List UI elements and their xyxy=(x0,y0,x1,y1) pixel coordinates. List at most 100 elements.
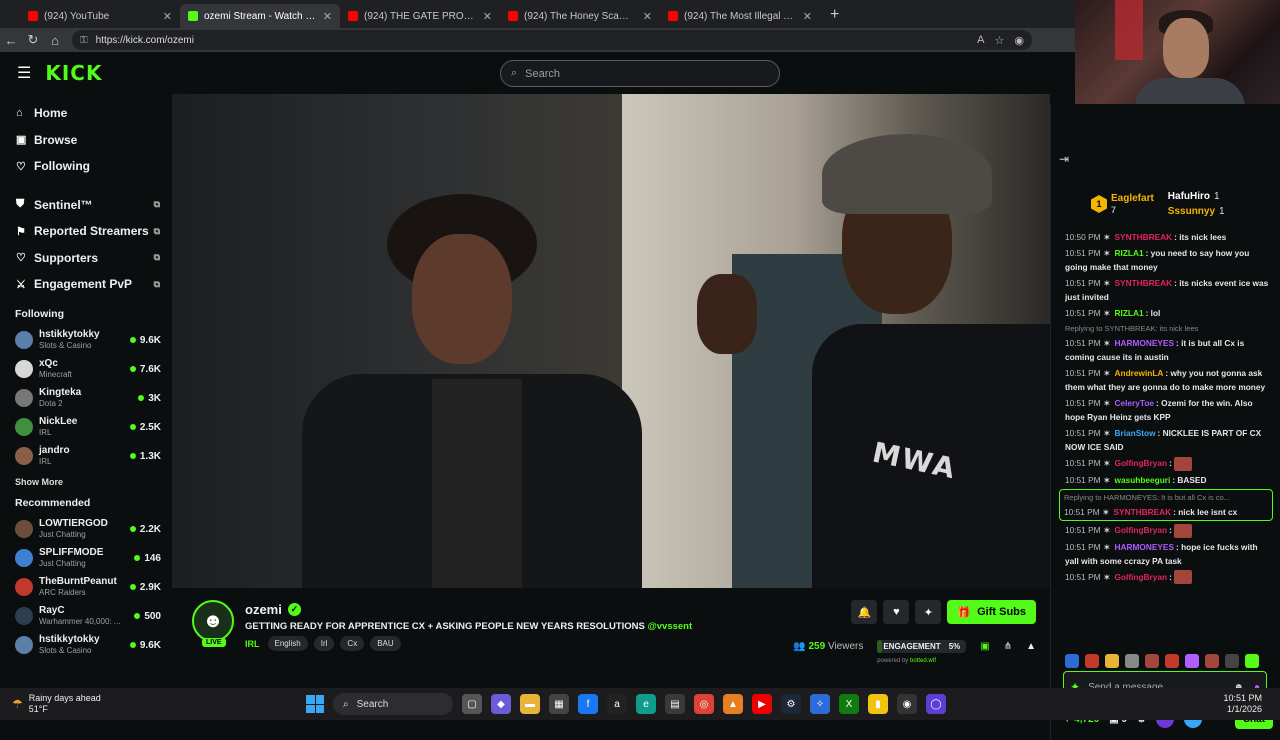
quick-emote-icon[interactable] xyxy=(1165,654,1179,668)
chrome-icon[interactable]: ◎ xyxy=(694,694,714,714)
close-tab-icon[interactable]: ✕ xyxy=(483,10,492,23)
channel-item[interactable]: Kingteka Dota 2 3K xyxy=(0,384,172,413)
collapse-chat-icon[interactable]: ⇥ xyxy=(1059,152,1069,166)
chat-username[interactable]: GolfingBryan xyxy=(1115,572,1168,582)
taskbar-search[interactable]: ⌕ Search xyxy=(333,693,453,715)
chat-username[interactable]: wasuhbeeguri xyxy=(1115,475,1171,485)
tag-pill[interactable]: BAU xyxy=(370,636,401,651)
sidebar-item[interactable]: ⚑ Reported Streamers ⧉ xyxy=(0,218,172,245)
gifter-name[interactable]: Sssunnyy xyxy=(1168,206,1215,217)
chat-username[interactable]: HARMONEYES xyxy=(1115,338,1174,348)
quick-emote-icon[interactable] xyxy=(1125,654,1139,668)
browser-tab[interactable]: (924) The Most Illegal Trend Of 20 ✕ xyxy=(660,4,820,28)
copilot-icon[interactable]: ◆ xyxy=(491,694,511,714)
windows-start-icon[interactable] xyxy=(306,695,324,713)
channel-item[interactable]: jandro IRL 1.3K xyxy=(0,442,172,471)
channel-item[interactable]: hstikkytokky Slots & Casino 9.6K xyxy=(0,326,172,355)
category-link[interactable]: IRL xyxy=(245,639,260,649)
youtube-icon[interactable]: ▶ xyxy=(752,694,772,714)
sidebar-item[interactable]: ♡ Following xyxy=(0,153,172,180)
chat-username[interactable]: AndrewinLA xyxy=(1115,368,1164,378)
menu-icon[interactable]: ☰ xyxy=(17,63,31,83)
reload-icon[interactable]: ↻ xyxy=(22,32,44,48)
task-view-icon[interactable]: ▢ xyxy=(462,694,482,714)
channel-item[interactable]: TheBurntPeanut ARC Raiders 2.9K xyxy=(0,573,172,602)
sidebar-item[interactable]: ♡ Supporters ⧉ xyxy=(0,245,172,272)
top-gifter[interactable]: 1 Eaglefart 7 xyxy=(1091,193,1154,216)
favorite-star-icon[interactable]: ☆ xyxy=(995,34,1005,47)
quick-emote-icon[interactable] xyxy=(1245,654,1259,668)
sticky-notes-icon[interactable]: ▮ xyxy=(868,694,888,714)
back-icon[interactable]: ← xyxy=(0,33,22,48)
report-icon[interactable]: ▲ xyxy=(1026,641,1036,652)
url-field[interactable]: ⚿ https://kick.com/ozemi A ☆ ◉ xyxy=(72,30,1032,50)
sparkle-button[interactable]: ✦ xyxy=(915,600,942,624)
chat-username[interactable]: GolfingBryan xyxy=(1115,525,1168,535)
tag-pill[interactable]: Irl xyxy=(313,636,335,651)
browser-tab[interactable]: (924) YouTube ✕ xyxy=(20,4,180,28)
sidebar-item[interactable]: ▣ Browse xyxy=(0,127,172,154)
edge-icon[interactable]: e xyxy=(636,694,656,714)
channel-item[interactable]: RayC Warhammer 40,000: ... 500 xyxy=(0,602,172,631)
channel-item[interactable]: hstikkytokky Slots & Casino 9.6K xyxy=(0,631,172,660)
sidebar-item[interactable]: ⛊ Sentinel™ ⧉ xyxy=(0,192,172,219)
streamer-avatar[interactable]: ☻ xyxy=(192,600,234,642)
site-info-icon[interactable]: ⚿ xyxy=(80,35,88,46)
streamer-name[interactable]: ozemi xyxy=(245,602,282,617)
system-clock[interactable]: 10:51 PM 1/1/2026 xyxy=(1223,693,1262,715)
new-tab-icon[interactable]: + xyxy=(820,6,849,28)
sidebar-item[interactable]: ⚔ Engagement PvP ⧉ xyxy=(0,271,172,298)
home-icon[interactable]: ⌂ xyxy=(44,33,66,48)
search-input[interactable]: ⌕ Search xyxy=(500,60,780,87)
close-tab-icon[interactable]: ✕ xyxy=(163,10,172,23)
chat-username[interactable]: HARMONEYES xyxy=(1115,542,1174,552)
show-more-button[interactable]: Show More xyxy=(0,471,172,493)
chat-username[interactable]: RIZLA1 xyxy=(1115,248,1144,258)
network-icon[interactable]: ✧ xyxy=(810,694,830,714)
store-icon[interactable]: ▦ xyxy=(549,694,569,714)
share-icon[interactable]: ⋔ xyxy=(1004,641,1012,652)
gifter-name[interactable]: HafuHiro xyxy=(1168,191,1210,202)
weather-widget[interactable]: ☂ Rainy days ahead 51°F xyxy=(12,693,101,715)
steam-icon[interactable]: ⚙ xyxy=(781,694,801,714)
app-icon[interactable]: ◯ xyxy=(926,694,946,714)
chat-username[interactable]: RIZLA1 xyxy=(1115,308,1144,318)
channel-item[interactable]: NickLee IRL 2.5K xyxy=(0,413,172,442)
close-tab-icon[interactable]: ✕ xyxy=(323,10,332,23)
close-tab-icon[interactable]: ✕ xyxy=(643,10,652,23)
tag-pill[interactable]: Cx xyxy=(340,636,365,651)
obs-icon[interactable]: ◉ xyxy=(897,694,917,714)
vlc-icon[interactable]: ▲ xyxy=(723,694,743,714)
follow-heart-button[interactable]: ♥ xyxy=(883,600,910,624)
gift-subs-button[interactable]: 🎁 Gift Subs xyxy=(947,600,1036,624)
quick-emote-icon[interactable] xyxy=(1185,654,1199,668)
chat-username[interactable]: SYNTHBREAK xyxy=(1114,507,1172,517)
chat-username[interactable]: CeleryToe xyxy=(1115,398,1155,408)
quick-emote-icon[interactable] xyxy=(1205,654,1219,668)
quick-emote-icon[interactable] xyxy=(1225,654,1239,668)
tag-pill[interactable]: English xyxy=(267,636,308,651)
quick-emote-icon[interactable] xyxy=(1105,654,1119,668)
quick-emote-icon[interactable] xyxy=(1085,654,1099,668)
channel-item[interactable]: xQc Minecraft 7.6K xyxy=(0,355,172,384)
close-tab-icon[interactable]: ✕ xyxy=(803,10,812,23)
chat-username[interactable]: SYNTHBREAK xyxy=(1115,278,1173,288)
kick-logo[interactable]: KICK xyxy=(45,61,102,85)
quick-emote-icon[interactable] xyxy=(1065,654,1079,668)
quick-emote-icon[interactable] xyxy=(1145,654,1159,668)
amazon-icon[interactable]: a xyxy=(607,694,627,714)
sidebar-item[interactable]: ⌂ Home xyxy=(0,100,172,127)
extension-icon[interactable]: ◉ xyxy=(1014,34,1024,47)
xbox-icon[interactable]: X xyxy=(839,694,859,714)
browser-tab[interactable]: (924) THE GATE PROGRAM: Were ✕ xyxy=(340,4,500,28)
browser-tab[interactable]: ozemi Stream - Watch Live on Kick ✕ xyxy=(180,4,340,28)
file-explorer-icon[interactable]: ▬ xyxy=(520,694,540,714)
chat-username[interactable]: GolfingBryan xyxy=(1115,458,1168,468)
stream-title-mention[interactable]: @vvssent xyxy=(648,621,693,632)
browser-tab[interactable]: (924) The Honey Scam is Worse Th ✕ xyxy=(500,4,660,28)
channel-item[interactable]: SPLIFFMODE Just Chatting 146 xyxy=(0,544,172,573)
read-aloud-icon[interactable]: A xyxy=(977,34,984,47)
calculator-icon[interactable]: ▤ xyxy=(665,694,685,714)
clip-icon[interactable]: ▣ xyxy=(980,641,989,652)
chat-username[interactable]: SYNTHBREAK xyxy=(1115,232,1173,242)
